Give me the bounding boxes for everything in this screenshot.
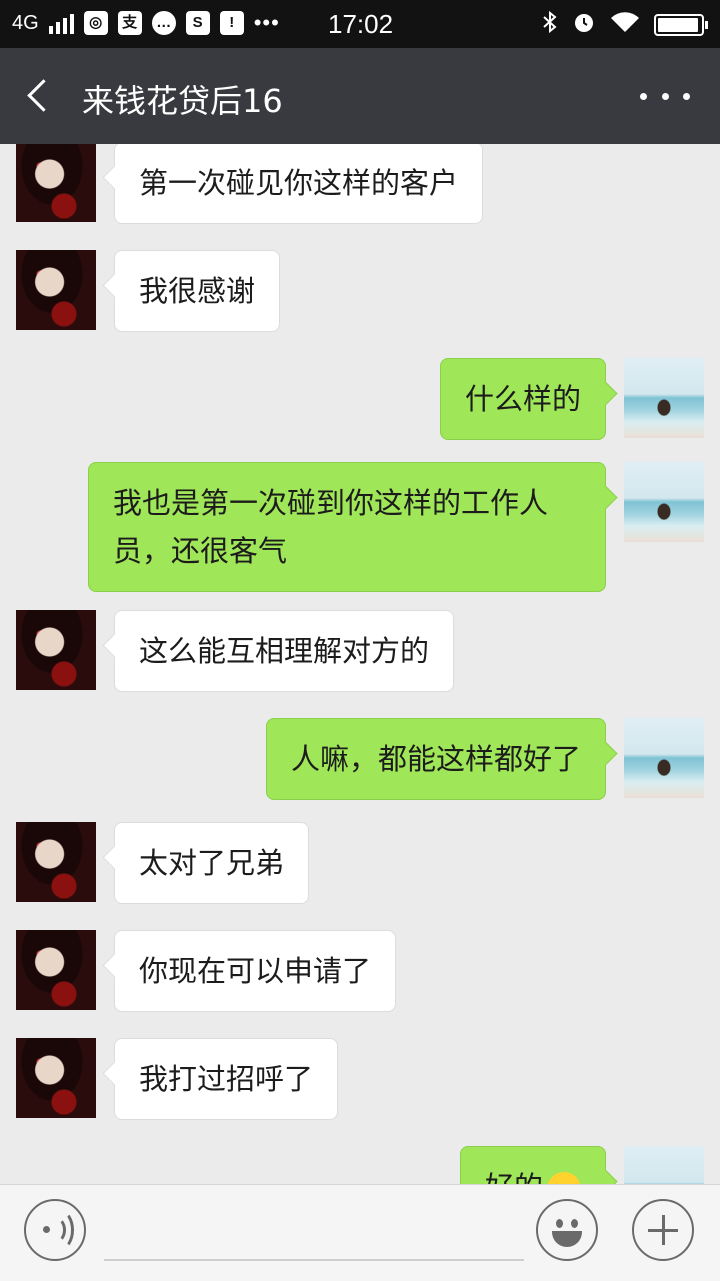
contact-avatar[interactable]	[16, 144, 96, 222]
wechat-icon: ◎	[83, 11, 108, 35]
more-dots-icon[interactable]	[640, 76, 690, 116]
message-text: 我很感谢	[139, 274, 256, 308]
more-notifications-icon: •••	[253, 10, 280, 35]
signal-icon	[48, 12, 74, 34]
chat-title: 来钱花贷后16	[82, 82, 283, 120]
message-bubble-sent[interactable]: 什么样的	[439, 358, 606, 440]
message-bubble-received[interactable]: 你现在可以申请了	[114, 930, 397, 1012]
alarm-icon	[572, 10, 596, 40]
chat-icon: …	[151, 11, 176, 35]
contact-avatar[interactable]	[16, 822, 96, 902]
network-type: 4G	[12, 11, 39, 34]
message-bubble-sent[interactable]: 好的	[459, 1146, 606, 1184]
message-text: 好的	[485, 1170, 543, 1184]
wifi-icon	[610, 10, 640, 40]
status-bar: 4G ◎ 支 … S ! ••• 17:02	[0, 0, 720, 48]
contact-avatar[interactable]	[16, 930, 96, 1010]
status-left: 4G ◎ 支 … S ! •••	[12, 10, 280, 36]
emoji-icon[interactable]	[536, 1199, 598, 1261]
my-avatar[interactable]	[624, 718, 704, 798]
message-text: 我打过招呼了	[139, 1062, 314, 1096]
message-list[interactable]: 第一次碰见你这样的客户 我很感谢 什么样的 我也是第一次碰到你这样的工作人员，还…	[0, 144, 720, 1184]
bluetooth-icon	[542, 10, 558, 40]
message-bubble-received[interactable]: 我打过招呼了	[114, 1038, 339, 1120]
message-bubble-received[interactable]: 这么能互相理解对方的	[114, 610, 455, 692]
message-text: 太对了兄弟	[139, 846, 285, 880]
contact-avatar[interactable]	[16, 610, 96, 690]
input-bar	[0, 1184, 720, 1281]
screenshot-icon: S	[185, 11, 210, 35]
voice-icon[interactable]	[24, 1199, 86, 1261]
message-text: 这么能互相理解对方的	[139, 634, 430, 668]
message-bubble-received[interactable]: 我很感谢	[114, 250, 281, 332]
my-avatar[interactable]	[624, 358, 704, 438]
contact-avatar[interactable]	[16, 1038, 96, 1118]
contact-avatar[interactable]	[16, 250, 96, 330]
plus-icon[interactable]	[632, 1199, 694, 1261]
message-text: 人嘛，都能这样都好了	[290, 742, 581, 776]
message-text: 你现在可以申请了	[139, 954, 372, 988]
my-avatar[interactable]	[624, 462, 704, 542]
message-bubble-received[interactable]: 太对了兄弟	[114, 822, 310, 904]
message-bubble-received[interactable]: 第一次碰见你这样的客户	[114, 144, 484, 224]
chat-header: 来钱花贷后16	[0, 48, 720, 144]
data-warning-icon: !	[219, 11, 244, 35]
message-bubble-sent[interactable]: 人嘛，都能这样都好了	[265, 718, 606, 800]
battery-icon	[654, 14, 708, 36]
message-text: 什么样的	[464, 382, 581, 416]
alipay-icon: 支	[117, 11, 142, 35]
clock: 17:02	[328, 9, 394, 39]
message-input[interactable]	[104, 1205, 524, 1261]
message-text: 第一次碰见你这样的客户	[139, 166, 459, 200]
status-right	[542, 10, 708, 40]
my-avatar[interactable]	[624, 1146, 704, 1184]
message-bubble-sent[interactable]: 我也是第一次碰到你这样的工作人员，还很客气	[88, 462, 606, 592]
smile-emoji-icon	[547, 1172, 581, 1184]
message-text: 我也是第一次碰到你这样的工作人员，还很客气	[113, 486, 549, 568]
back-arrow-icon[interactable]	[22, 74, 62, 118]
